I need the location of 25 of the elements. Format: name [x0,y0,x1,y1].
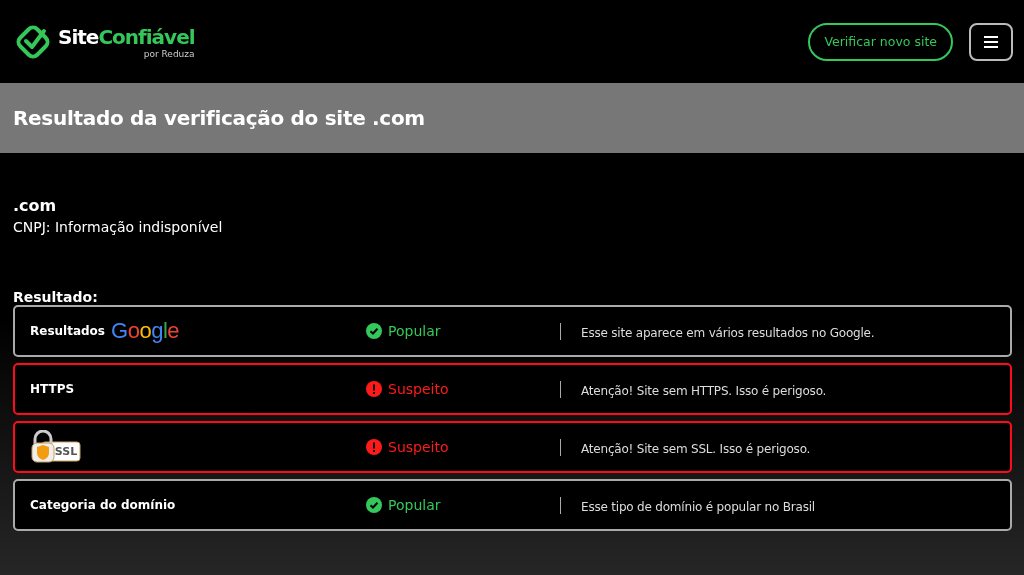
cnpj-text: CNPJ: Informação indisponível [13,219,224,235]
status-text: Popular [388,323,441,339]
results-heading: Resultado: [13,289,99,305]
check-circle-icon [366,497,382,513]
logo-byline: por Reduza [143,48,195,59]
exclamation-circle-icon [366,381,382,397]
check-circle-icon [366,323,382,339]
row-label: Categoria do domínio [30,498,176,512]
row-label: HTTPS [30,382,75,396]
row-description: Atenção! Site sem SSL. Isso é perigoso. [581,441,811,456]
menu-button[interactable] [969,22,1013,61]
status-text: Suspeito [388,439,449,455]
exclamation-circle-icon [366,439,382,455]
google-logo: Google [111,318,179,344]
verify-new-site-button[interactable]: Verificar novo site [808,22,953,61]
row-description: Esse site aparece em vários resultados no Google. [581,325,875,340]
row-description: Esse tipo de domínio é popular no Brasil [581,499,815,514]
menu-icon [983,34,999,49]
logo-wordmark: SiteConfiável [58,24,195,49]
page-title: Resultado da verificação do site .com [13,106,425,130]
row-label: Resultados [30,324,105,338]
status-text: Suspeito [388,381,449,397]
row-description: Atenção! Site sem HTTPS. Isso é perigoso. [581,383,827,398]
status-text: Popular [388,497,441,513]
domain-name: .com [13,196,58,215]
